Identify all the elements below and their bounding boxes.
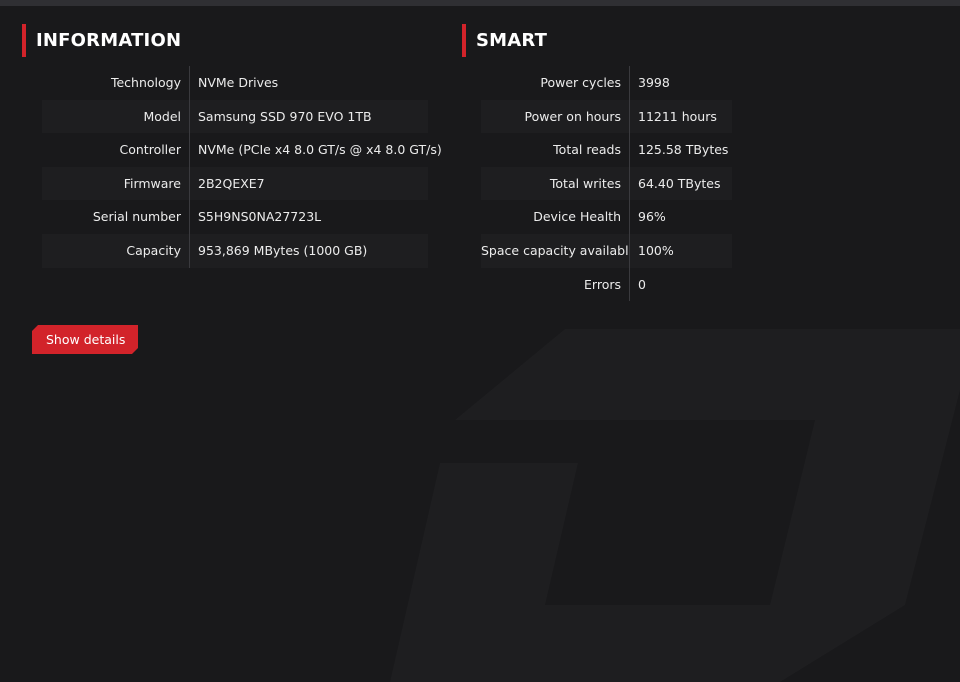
top-border xyxy=(0,0,960,6)
info-key: Serial number xyxy=(42,200,190,234)
info-value: S5H9NS0NA27723L xyxy=(198,209,322,225)
show-details-button[interactable]: Show details xyxy=(32,325,138,354)
smart-value: 3998 xyxy=(638,75,670,90)
info-row-firmware: Firmware 2B2QEXE7 xyxy=(42,166,428,201)
info-key: Capacity xyxy=(42,233,190,268)
info-value: 953,869 MBytes (1000 GB) xyxy=(198,242,368,258)
info-key: Firmware xyxy=(42,166,190,201)
info-value: 2B2QEXE7 xyxy=(198,175,265,191)
smart-key: Space capacity availabl xyxy=(481,233,630,268)
info-key: Technology xyxy=(42,66,190,100)
information-table: Technology NVMe Drives Model Samsung SSD… xyxy=(42,66,442,268)
smart-key: Total writes xyxy=(481,166,630,201)
info-row-serial-number: Serial number S5H9NS0NA27723L xyxy=(42,200,428,234)
smart-value: 64.40 TBytes xyxy=(638,175,721,191)
smart-row-errors: Errors 0 xyxy=(481,267,732,302)
info-row-technology: Technology NVMe Drives xyxy=(42,66,428,100)
information-section: INFORMATION Technology NVMe Drives Model… xyxy=(22,24,442,268)
smart-value: 125.58 TBytes xyxy=(638,142,729,158)
smart-key: Errors xyxy=(481,267,630,302)
smart-value: 96% xyxy=(638,209,666,225)
info-row-model: Model Samsung SSD 970 EVO 1TB xyxy=(42,99,428,134)
info-row-controller: Controller NVMe (PCIe x4 8.0 GT/s @ x4 8… xyxy=(42,133,442,167)
smart-value: 100% xyxy=(638,242,674,258)
info-value: NVMe (PCIe x4 8.0 GT/s @ x4 8.0 GT/s) xyxy=(198,142,442,158)
smart-key: Power on hours xyxy=(481,99,630,134)
smart-title: SMART xyxy=(462,24,732,57)
info-value: Samsung SSD 970 EVO 1TB xyxy=(198,108,372,124)
smart-row-total-reads: Total reads 125.58 TBytes xyxy=(481,133,732,167)
smart-value: 11211 hours xyxy=(638,108,717,124)
info-key: Model xyxy=(42,99,190,134)
smart-key: Power cycles xyxy=(481,66,630,100)
smart-row-space-capacity: Space capacity availabl 100% xyxy=(481,233,732,268)
smart-row-total-writes: Total writes 64.40 TBytes xyxy=(481,166,732,201)
info-row-capacity: Capacity 953,869 MBytes (1000 GB) xyxy=(42,233,428,268)
smart-section: SMART Power cycles 3998 Power on hours 1… xyxy=(462,24,732,302)
smart-row-power-on-hours: Power on hours 11211 hours xyxy=(481,99,732,134)
smart-row-device-health: Device Health 96% xyxy=(481,200,732,234)
info-key: Controller xyxy=(42,133,190,167)
smart-row-power-cycles: Power cycles 3998 xyxy=(481,66,732,100)
smart-key: Total reads xyxy=(481,133,630,167)
information-title: INFORMATION xyxy=(22,24,428,57)
app-root: INFORMATION Technology NVMe Drives Model… xyxy=(0,0,960,682)
smart-key: Device Health xyxy=(481,200,630,234)
smart-value: 0 xyxy=(638,276,646,292)
info-value: NVMe Drives xyxy=(198,75,279,90)
smart-table: Power cycles 3998 Power on hours 11211 h… xyxy=(481,66,732,302)
